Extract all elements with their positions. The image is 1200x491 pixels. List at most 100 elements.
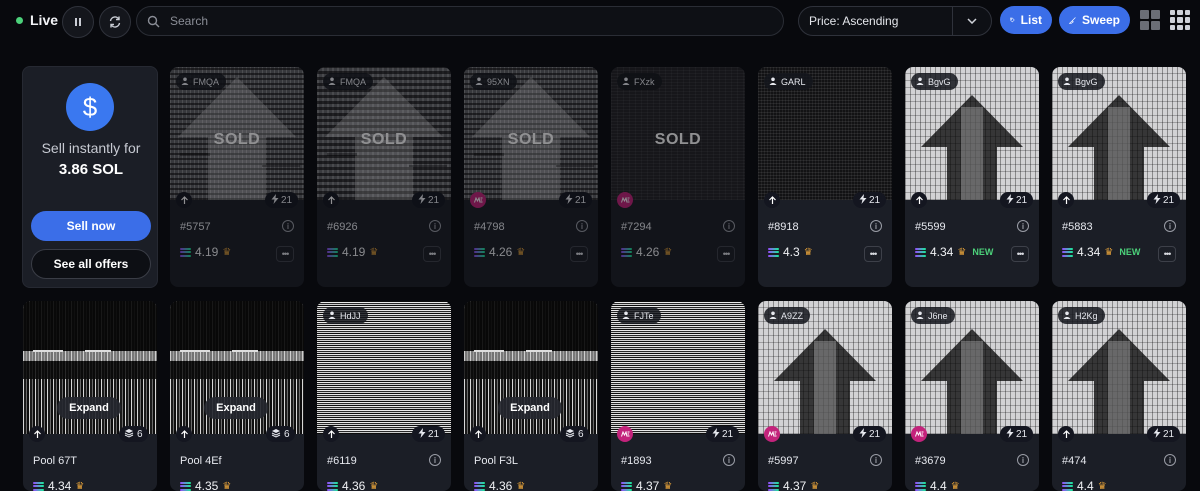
refresh-icon	[108, 15, 122, 29]
info-icon[interactable]: i	[282, 220, 294, 232]
solana-icon	[1062, 248, 1073, 257]
user-icon	[328, 311, 336, 321]
info-icon[interactable]: i	[1017, 220, 1029, 232]
solana-icon	[180, 248, 191, 257]
sold-label: SOLD	[464, 131, 598, 149]
owner-tag[interactable]: J6ne	[911, 307, 955, 324]
info-icon[interactable]: i	[1164, 454, 1176, 466]
tensor-icon	[764, 192, 780, 208]
price-value: 4.19	[342, 245, 365, 259]
bolt-icon	[1006, 194, 1014, 207]
more-options-button[interactable]: •••	[1158, 246, 1176, 262]
solana-icon	[621, 482, 632, 491]
pause-button[interactable]	[62, 6, 94, 38]
price-value: 4.34	[930, 245, 953, 259]
tensor-icon	[176, 192, 192, 208]
price-value: 4.36	[489, 479, 512, 491]
nft-card[interactable]: A9ZZ21#5997i4.37♛	[758, 301, 892, 491]
info-icon[interactable]: i	[429, 454, 441, 466]
owner-tag[interactable]: 95XN	[470, 73, 517, 90]
owner-tag[interactable]: FMQA	[176, 73, 226, 90]
owner-name: GARL	[781, 77, 806, 87]
pool-name: Pool F3L	[474, 455, 518, 467]
more-options-button[interactable]: •••	[276, 246, 294, 262]
more-options-button[interactable]: •••	[717, 246, 735, 262]
more-options-button[interactable]: •••	[423, 246, 441, 262]
nft-card[interactable]: HdJJ21#6119i4.36♛	[317, 301, 451, 491]
live-indicator[interactable]: Live	[16, 12, 58, 28]
info-icon[interactable]: i	[723, 220, 735, 232]
owner-tag[interactable]: FXzk	[617, 73, 662, 90]
tensor-icon	[323, 192, 339, 208]
sort-dropdown[interactable]: Price: Ascending	[798, 6, 992, 36]
more-options-button[interactable]: •••	[1011, 246, 1029, 262]
crown-icon: ♛	[951, 481, 960, 491]
owner-tag[interactable]: FMQA	[323, 73, 373, 90]
owner-tag[interactable]: HdJJ	[323, 307, 368, 324]
nft-card[interactable]: GARL21#8918i4.3♛•••	[758, 67, 892, 287]
expand-button[interactable]: Expand	[498, 397, 562, 419]
owner-tag[interactable]: H2Kg	[1058, 307, 1105, 324]
nft-card[interactable]: FJTe21#1893i4.37♛	[611, 301, 745, 491]
owner-name: BgvG	[1075, 77, 1098, 87]
info-icon[interactable]: i	[576, 220, 588, 232]
top-bar: Live Price: Ascending List Sw	[0, 0, 1200, 44]
broom-icon	[1069, 14, 1076, 27]
nft-name: #5599	[915, 221, 946, 233]
list-button[interactable]: List	[1000, 6, 1052, 34]
info-icon[interactable]: i	[723, 454, 735, 466]
owner-name: FMQA	[340, 77, 366, 87]
nft-name: #5997	[768, 455, 799, 467]
sweep-button[interactable]: Sweep	[1059, 6, 1130, 34]
info-icon[interactable]: i	[429, 220, 441, 232]
price-row: 4.26♛	[621, 245, 672, 259]
search-input[interactable]	[168, 13, 772, 29]
owner-tag[interactable]: A9ZZ	[764, 307, 810, 324]
nft-card[interactable]: H2Kg21#474i4.4♛	[1052, 301, 1186, 491]
grid-view-small-button[interactable]	[1170, 10, 1190, 30]
bolt-icon	[859, 194, 867, 207]
pool-card[interactable]: Expand6Pool F3L4.36♛	[464, 301, 598, 491]
user-icon	[181, 77, 189, 87]
pool-card[interactable]: Expand6Pool 4Ef4.35♛	[170, 301, 304, 491]
more-options-button[interactable]: •••	[570, 246, 588, 262]
bolt-badge: 21	[412, 426, 445, 442]
nft-card[interactable]: SOLD95XN21#4798i4.26♛•••	[464, 67, 598, 287]
expand-button[interactable]: Expand	[204, 397, 268, 419]
bolt-count: 21	[1016, 429, 1027, 440]
nft-card[interactable]: J6ne21#3679i4.4♛	[905, 301, 1039, 491]
bolt-badge: 21	[265, 192, 298, 208]
crown-icon: ♛	[1104, 247, 1113, 258]
grid-cell	[1177, 25, 1182, 30]
sell-now-button[interactable]: Sell now	[31, 211, 151, 241]
pool-card[interactable]: Expand6Pool 67T4.34♛	[23, 301, 157, 491]
expand-button[interactable]: Expand	[57, 397, 121, 419]
owner-tag[interactable]: BgvG	[1058, 73, 1105, 90]
owner-tag[interactable]: FJTe	[617, 307, 661, 324]
nft-card[interactable]: BgvG21#5599i4.34♛NEW•••	[905, 67, 1039, 287]
price-value: 4.19	[195, 245, 218, 259]
info-icon[interactable]: i	[1017, 454, 1029, 466]
refresh-button[interactable]	[99, 6, 131, 38]
price-value: 4.4	[930, 479, 947, 491]
price-row: 4.19♛	[180, 245, 231, 259]
tensor-icon	[323, 426, 339, 442]
nft-card[interactable]: SOLDFMQA21#6926i4.19♛•••	[317, 67, 451, 287]
nft-card[interactable]: SOLDFMQA21#5757i4.19♛•••	[170, 67, 304, 287]
nft-card[interactable]: SOLDFXzk#7294i4.26♛•••	[611, 67, 745, 287]
live-dot-icon	[16, 17, 23, 24]
info-icon[interactable]: i	[870, 220, 882, 232]
nft-card[interactable]: BgvG21#5883i4.34♛NEW•••	[1052, 67, 1186, 287]
solana-icon	[915, 482, 926, 491]
chevron-down-icon[interactable]	[953, 18, 991, 24]
price-value: 4.4	[1077, 479, 1094, 491]
grid-view-large-button[interactable]	[1140, 10, 1160, 30]
info-icon[interactable]: i	[870, 454, 882, 466]
see-all-offers-button[interactable]: See all offers	[31, 249, 151, 279]
nft-name: #1893	[621, 455, 652, 467]
owner-tag[interactable]: GARL	[764, 73, 813, 90]
more-options-button[interactable]: •••	[864, 246, 882, 262]
info-icon[interactable]: i	[1164, 220, 1176, 232]
owner-tag[interactable]: BgvG	[911, 73, 958, 90]
nft-name: #474	[1062, 455, 1086, 467]
